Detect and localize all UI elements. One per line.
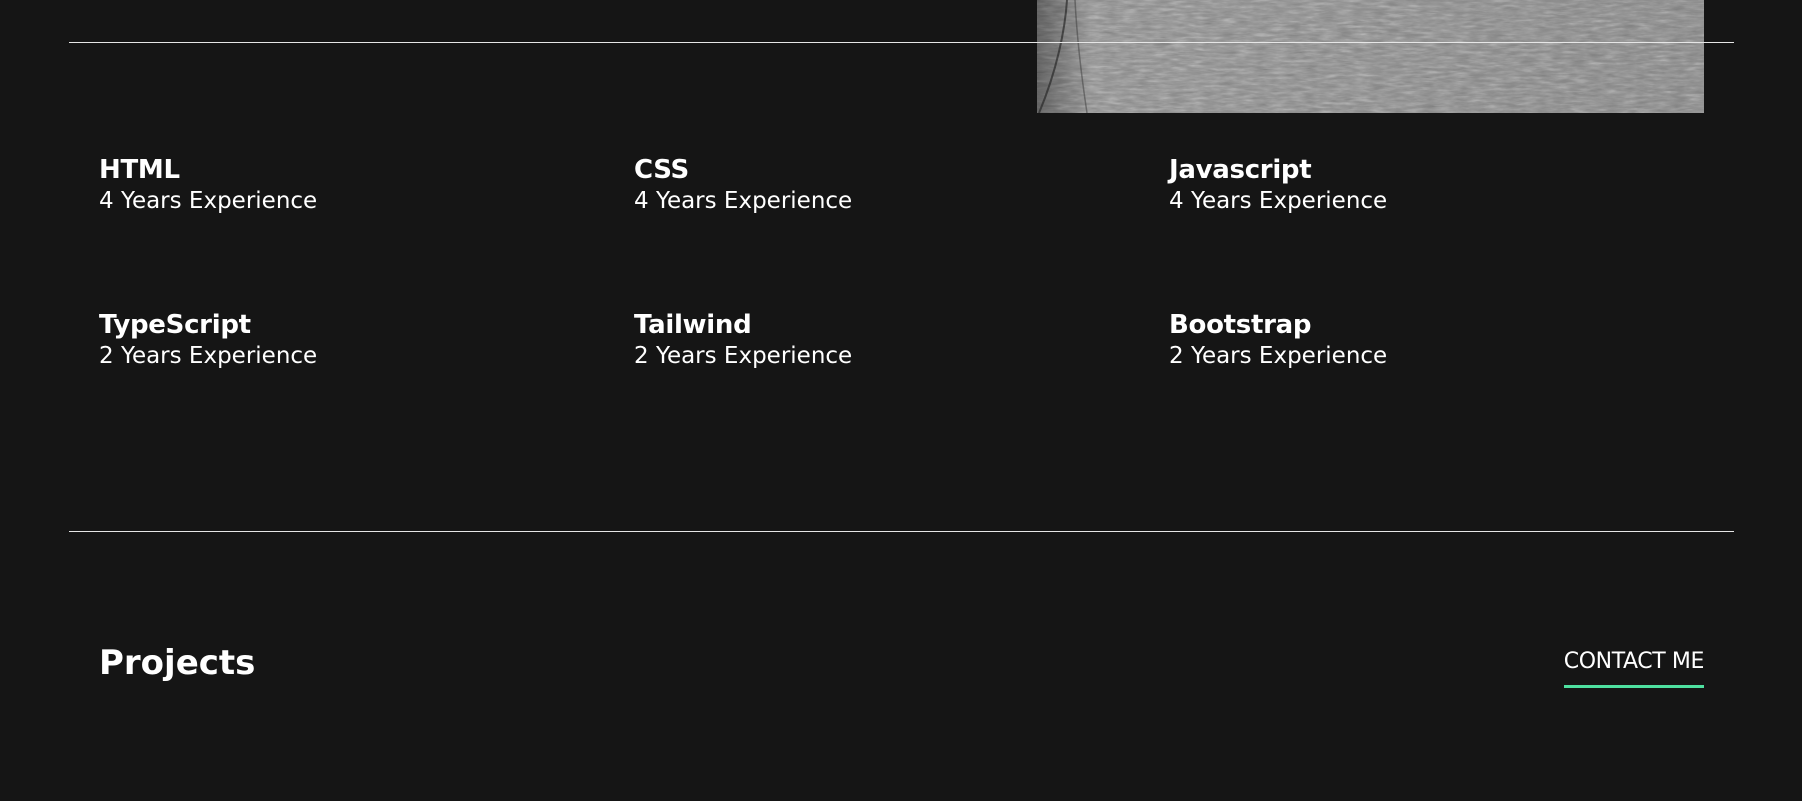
portfolio-page: HTML 4 Years Experience CSS 4 Years Expe… xyxy=(0,0,1802,801)
skill-experience: 4 Years Experience xyxy=(634,188,853,214)
projects-heading: Projects xyxy=(99,643,256,683)
skill-name: HTML xyxy=(99,155,180,185)
skill-item-css: CSS 4 Years Experience xyxy=(634,154,1114,216)
divider-top xyxy=(69,42,1734,43)
skill-item-javascript: Javascript 4 Years Experience xyxy=(1169,154,1649,216)
skill-item-html: HTML 4 Years Experience xyxy=(99,154,579,216)
skill-item-tailwind: Tailwind 2 Years Experience xyxy=(634,309,1114,371)
skill-name: Tailwind xyxy=(634,310,752,340)
skill-item-bootstrap: Bootstrap 2 Years Experience xyxy=(1169,309,1649,371)
skill-experience: 2 Years Experience xyxy=(634,343,853,369)
profile-photo xyxy=(1037,0,1704,113)
skill-name: CSS xyxy=(634,155,689,185)
skill-experience: 2 Years Experience xyxy=(99,343,318,369)
skill-name: Bootstrap xyxy=(1169,310,1312,340)
skill-name: Javascript xyxy=(1169,155,1312,185)
skill-name: TypeScript xyxy=(99,310,251,340)
divider-projects xyxy=(69,531,1734,532)
skill-experience: 4 Years Experience xyxy=(99,188,318,214)
contact-me-link[interactable]: CONTACT ME xyxy=(1563,648,1704,688)
skill-experience: 4 Years Experience xyxy=(1169,188,1388,214)
skill-experience: 2 Years Experience xyxy=(1169,343,1388,369)
skill-item-typescript: TypeScript 2 Years Experience xyxy=(99,309,579,371)
